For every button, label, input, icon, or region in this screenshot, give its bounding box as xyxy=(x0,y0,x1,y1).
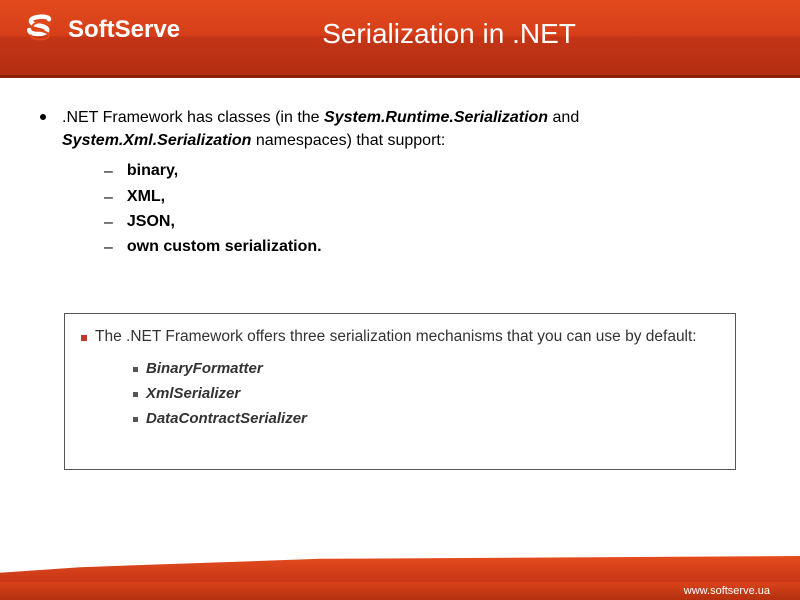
lead-bullet: .NET Framework has classes (in the Syste… xyxy=(40,106,760,152)
lead-suffix: namespaces) that support: xyxy=(251,132,445,149)
list-item: DataContractSerializer xyxy=(133,410,719,427)
format-label: JSON, xyxy=(127,213,175,231)
footer-bar: www.softserve.ua xyxy=(0,582,800,600)
format-label: XML, xyxy=(127,188,165,206)
footer-curve-decoration xyxy=(0,556,800,584)
list-item: – own custom serialization. xyxy=(104,238,760,257)
format-label: own custom serialization. xyxy=(127,238,322,256)
box-lead: The .NET Framework offers three serializ… xyxy=(81,328,719,346)
list-item: – XML, xyxy=(104,188,760,207)
mechanism-label: DataContractSerializer xyxy=(146,410,307,427)
lead-text: .NET Framework has classes (in the Syste… xyxy=(62,106,760,152)
square-bullet-icon xyxy=(81,335,87,341)
dash-icon: – xyxy=(104,213,113,232)
square-bullet-icon xyxy=(133,392,138,397)
slide-header: SoftServe Serialization in .NET xyxy=(0,0,800,78)
lead-namespace-2: System.Xml.Serialization xyxy=(62,132,251,149)
square-bullet-icon xyxy=(133,417,138,422)
lead-mid: and xyxy=(548,109,579,126)
slide-footer: www.softserve.ua xyxy=(0,576,800,600)
softserve-logo-icon xyxy=(22,12,58,48)
list-item: BinaryFormatter xyxy=(133,360,719,377)
list-item: XmlSerializer xyxy=(133,385,719,402)
square-bullet-icon xyxy=(133,367,138,372)
mechanisms-list: BinaryFormatter XmlSerializer DataContra… xyxy=(133,360,719,427)
slide-content: .NET Framework has classes (in the Syste… xyxy=(0,78,800,470)
dash-icon: – xyxy=(104,162,113,181)
lead-prefix: .NET Framework has classes (in the xyxy=(62,109,324,126)
list-item: – JSON, xyxy=(104,213,760,232)
list-item: – binary, xyxy=(104,162,760,181)
dash-icon: – xyxy=(104,188,113,207)
slide-title: Serialization in .NET xyxy=(120,12,778,50)
mechanism-label: BinaryFormatter xyxy=(146,360,263,377)
mechanisms-box: The .NET Framework offers three serializ… xyxy=(64,313,736,470)
box-lead-text: The .NET Framework offers three serializ… xyxy=(95,328,697,346)
dash-icon: – xyxy=(104,238,113,257)
format-label: binary, xyxy=(127,162,178,180)
mechanism-label: XmlSerializer xyxy=(146,385,240,402)
bullet-dot-icon xyxy=(40,114,46,120)
footer-url: www.softserve.ua xyxy=(684,585,770,597)
formats-list: – binary, – XML, – JSON, – own custom se… xyxy=(104,162,760,257)
lead-namespace-1: System.Runtime.Serialization xyxy=(324,109,548,126)
